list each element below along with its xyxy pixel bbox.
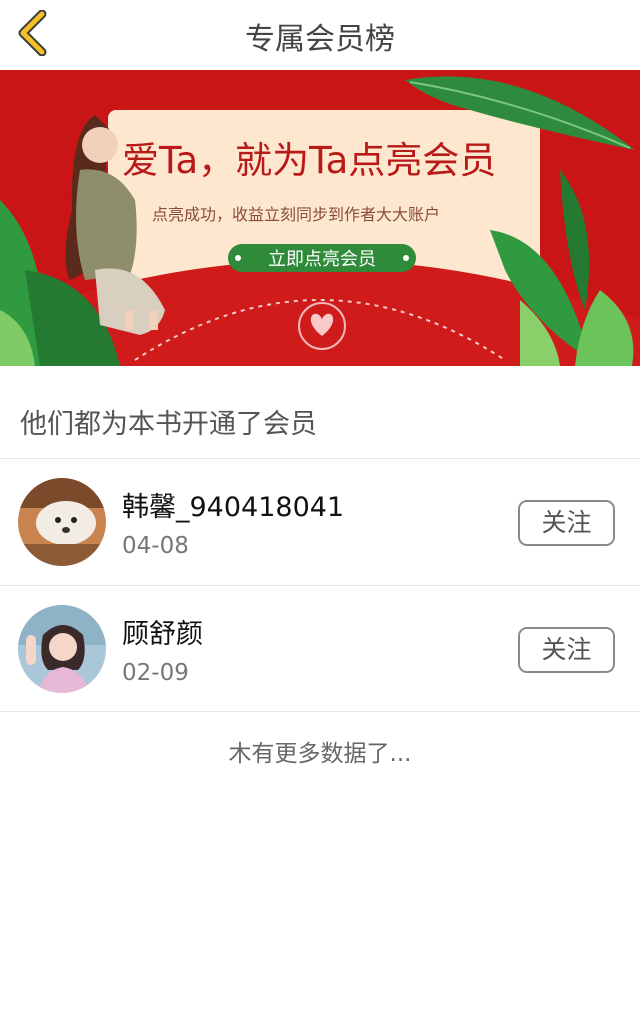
divider: [0, 711, 640, 712]
membership-banner[interactable]: 爱Ta，就为Ta点亮会员 点亮成功，收益立刻同步到作者大大账户 立即点亮会员: [0, 70, 640, 366]
header-bar: 专属会员榜: [0, 0, 640, 70]
banner-headline: 爱Ta，就为Ta点亮会员: [122, 139, 496, 182]
avatar[interactable]: [18, 478, 106, 566]
member-row[interactable]: 韩馨_940418041 04-08 关注: [0, 459, 640, 585]
page-title: 专属会员榜: [245, 22, 395, 57]
member-date: 02-09: [122, 660, 189, 686]
follow-button[interactable]: 关注: [518, 500, 615, 546]
cta-label: 立即点亮会员: [268, 249, 376, 270]
member-name[interactable]: 顾舒颜: [122, 612, 203, 651]
avatar[interactable]: [18, 605, 106, 693]
member-name[interactable]: 韩馨_940418041: [122, 485, 344, 524]
section-title: 他们都为本书开通了会员: [20, 409, 317, 440]
end-of-list-text: 木有更多数据了...: [228, 741, 412, 767]
follow-button[interactable]: 关注: [518, 627, 615, 673]
light-up-membership-button[interactable]: 立即点亮会员: [228, 244, 416, 272]
banner-graphic: 爱Ta，就为Ta点亮会员 点亮成功，收益立刻同步到作者大大账户 立即点亮会员: [0, 70, 640, 366]
member-date: 04-08: [122, 533, 189, 559]
banner-subline: 点亮成功，收益立刻同步到作者大大账户: [152, 205, 440, 224]
member-row[interactable]: 顾舒颜 02-09 关注: [0, 586, 640, 712]
dog-photo-avatar: [18, 478, 106, 566]
girl-photo-avatar: [18, 605, 106, 693]
